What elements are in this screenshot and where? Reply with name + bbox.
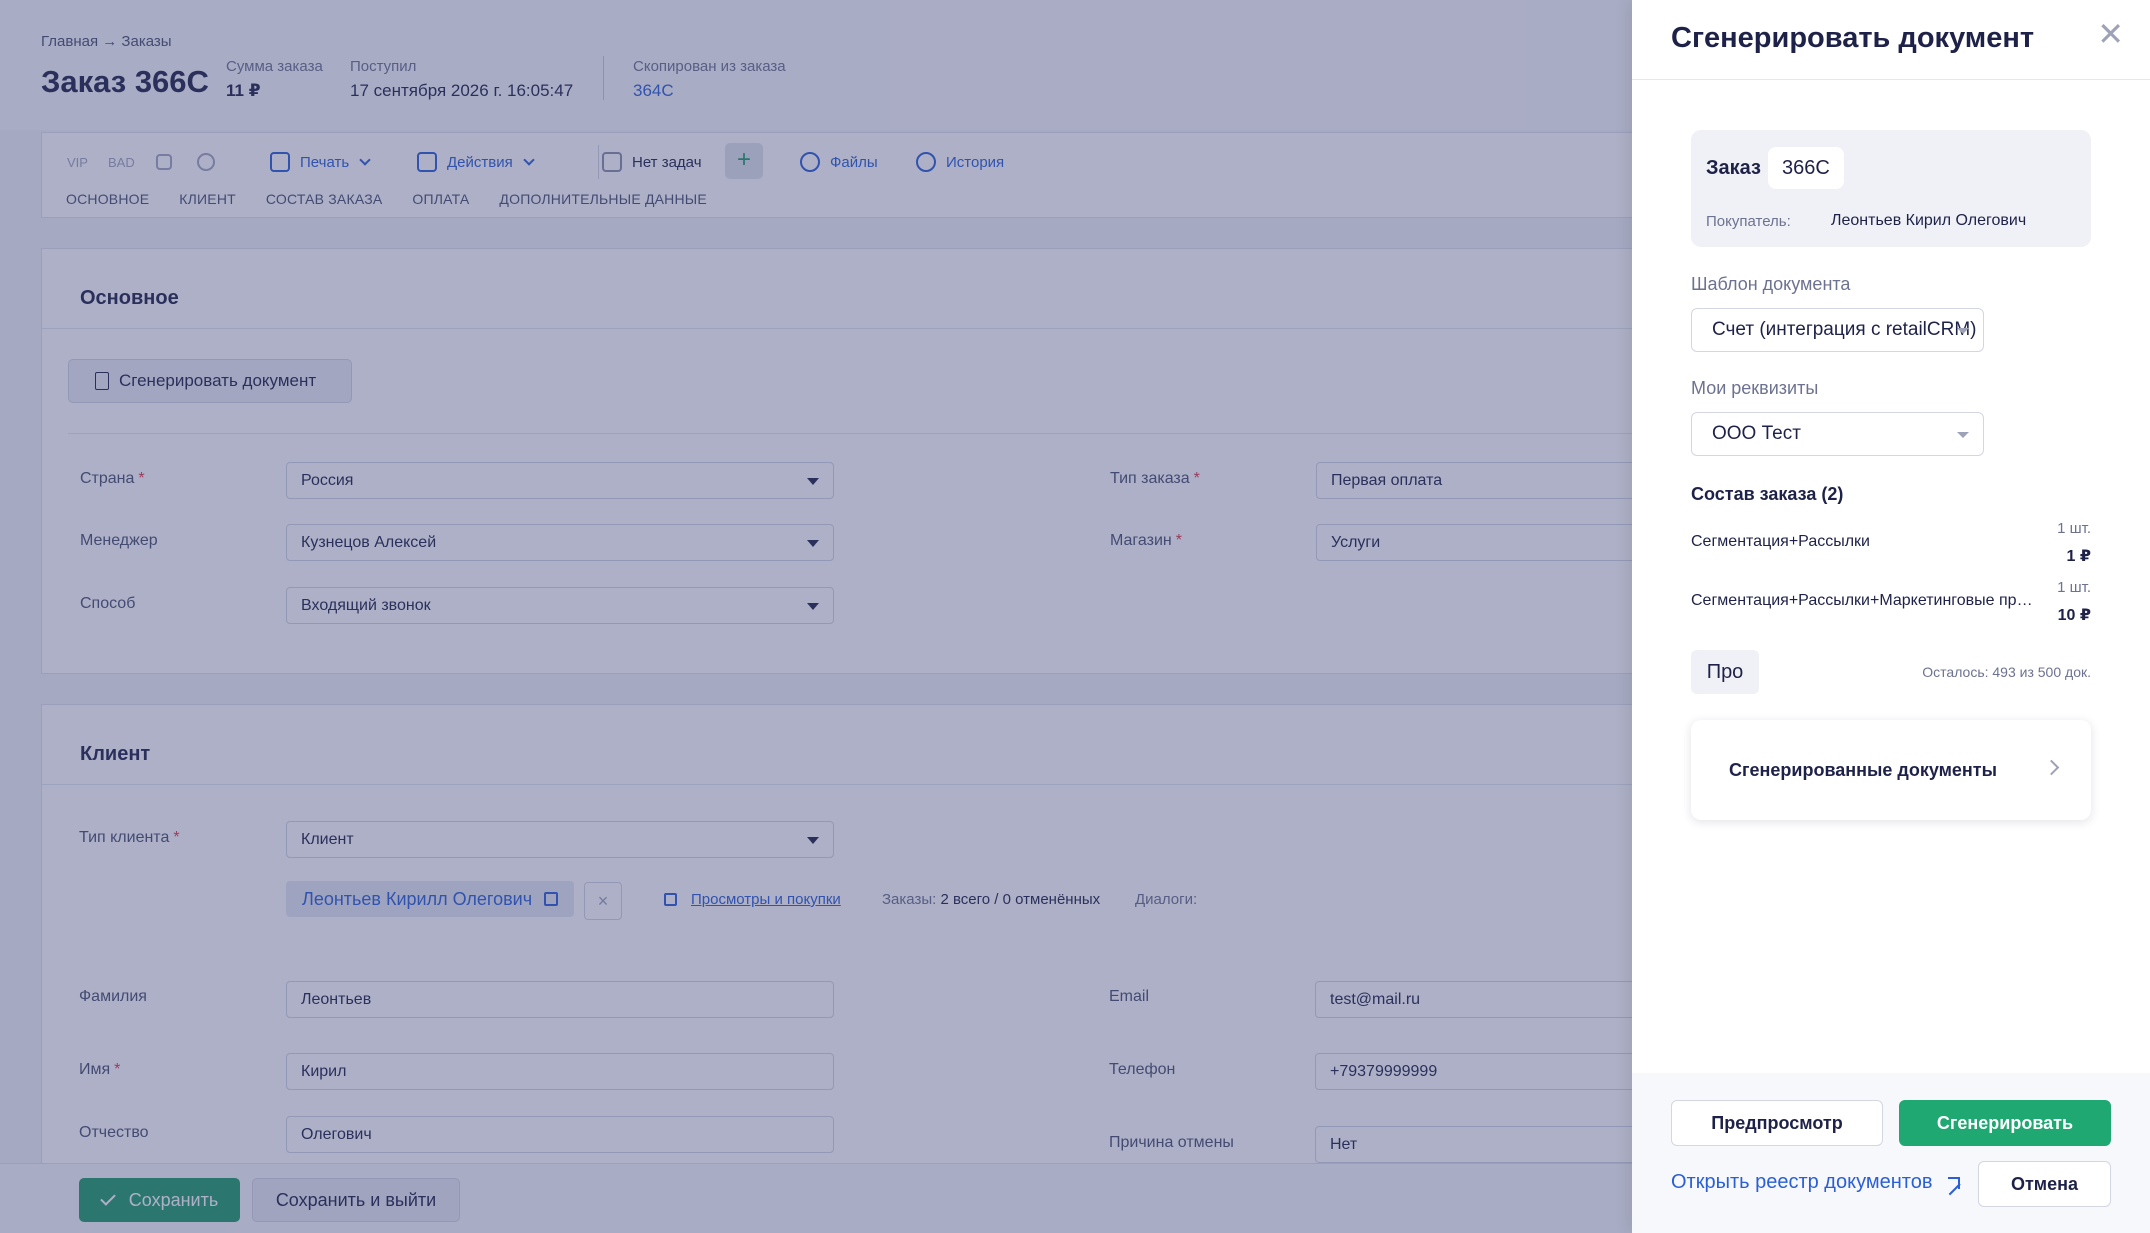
open-registry-link[interactable]: Открыть реестр документов (1671, 1171, 1961, 1194)
order-page: Главная → Заказы Заказ 366C Сумма заказа… (0, 0, 1632, 1233)
generate-document-drawer: Сгенерировать документ ✕ Заказ 366C Поку… (1632, 0, 2150, 1233)
template-select[interactable]: Счет (интеграция с retailCRM) (1691, 308, 1984, 352)
drawer-header: Сгенерировать документ ✕ (1632, 0, 2150, 80)
template-label: Шаблон документа (1691, 274, 1851, 294)
plan-badge: Про (1691, 650, 1759, 694)
buyer-label: Покупатель: (1706, 213, 1791, 230)
item-price: 10 ₽ (2057, 607, 2091, 624)
item-name: Сегментация+Рассылки (1691, 533, 1870, 550)
generate-button[interactable]: Сгенерировать (1899, 1100, 2111, 1146)
arrow-up-right-icon (1948, 1176, 1961, 1189)
drawer-footer: Предпросмотр Сгенерировать Открыть реест… (1632, 1073, 2150, 1233)
item-qty: 1 шт. (2057, 579, 2091, 596)
caret-down-icon (1957, 328, 1969, 334)
preview-button[interactable]: Предпросмотр (1671, 1100, 1883, 1146)
item-price: 1 ₽ (2066, 548, 2091, 565)
item-name: Сегментация+Рассылки+Маркетинговые проце… (1691, 592, 2036, 609)
chevron-right-icon (2043, 759, 2060, 776)
close-icon[interactable]: ✕ (2097, 18, 2124, 50)
buyer-value: Леонтьев Кирил Олегович (1831, 212, 2027, 229)
order-summary-box: Заказ 366C Покупатель: Леонтьев Кирил Ол… (1691, 130, 2091, 247)
item-qty: 1 шт. (2057, 520, 2091, 537)
cancel-button[interactable]: Отмена (1978, 1161, 2111, 1207)
drawer-title: Сгенерировать документ (1671, 22, 2035, 54)
requisites-select[interactable]: ООО Тест (1691, 412, 1984, 456)
generated-documents-card[interactable]: Сгенерированные документы (1691, 720, 2091, 820)
order-number: 366C (1768, 147, 1844, 189)
generated-documents-label: Сгенерированные документы (1729, 760, 1997, 780)
remaining-docs: Осталось: 493 из 500 док. (1922, 664, 2091, 680)
modal-overlay[interactable] (0, 0, 1632, 1233)
composition-title: Состав заказа (2) (1691, 484, 1844, 504)
order-label: Заказ (1706, 157, 1761, 179)
requisites-label: Мои реквизиты (1691, 378, 1819, 398)
caret-down-icon (1957, 432, 1969, 438)
